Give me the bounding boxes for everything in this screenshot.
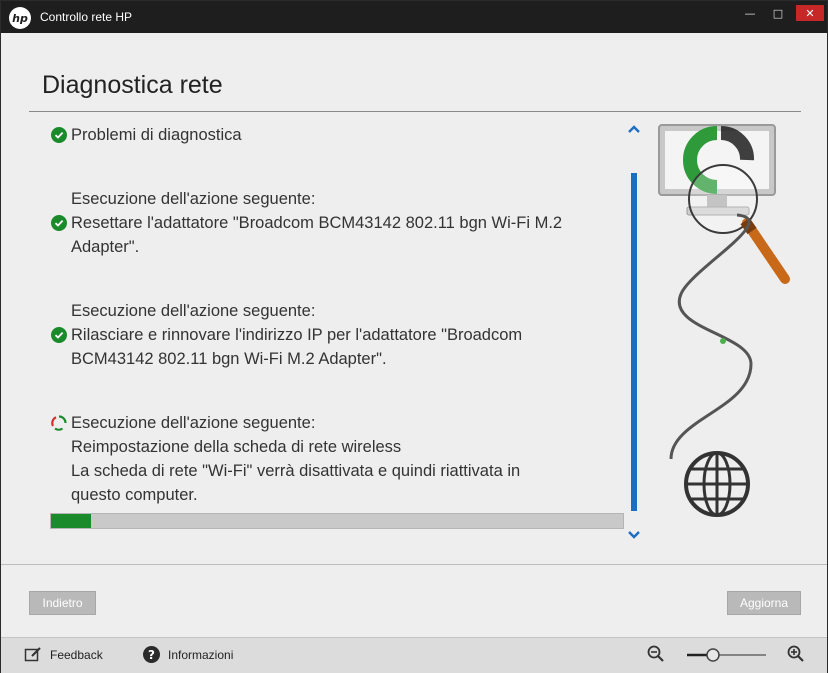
feedback-link[interactable]: Feedback — [50, 648, 103, 662]
minimize-button[interactable]: — — [739, 5, 761, 21]
app-title: Controllo rete HP — [40, 10, 133, 24]
spinner-icon — [51, 415, 67, 431]
step-2-heading: Esecuzione dell'azione seguente: — [71, 190, 316, 208]
check-circle-icon — [51, 127, 67, 143]
close-button[interactable]: ✕ — [796, 5, 824, 21]
step-1: Problemi di diagnostica — [71, 123, 626, 147]
step-3: Esecuzione dell'azione seguente: Rilasci… — [71, 299, 626, 371]
step-2: Esecuzione dell'azione seguente: Resetta… — [71, 187, 626, 259]
step-4-heading: Esecuzione dell'azione seguente: — [71, 414, 316, 432]
step-2-line-1: Resettare l'adattatore "Broadcom BCM4314… — [71, 214, 563, 232]
refresh-button[interactable]: Aggiorna — [727, 591, 801, 615]
step-3-line-1: Rilasciare e rinnovare l'indirizzo IP pe… — [71, 326, 523, 344]
back-button[interactable]: Indietro — [29, 591, 96, 615]
scroll-up-button[interactable] — [626, 120, 642, 133]
network-diagnostics-illustration — [658, 124, 790, 517]
info-link[interactable]: Informazioni — [168, 648, 233, 662]
status-bar: Feedback ? Informazioni — [1, 637, 827, 673]
step-4-line-2: La scheda di rete "Wi-Fi" verrà disattiv… — [71, 462, 521, 480]
progress-bar — [50, 513, 624, 529]
scrollbar-thumb[interactable] — [631, 173, 637, 511]
zoom-out-icon[interactable] — [647, 645, 665, 667]
step-4: Esecuzione dell'azione seguente: Reimpos… — [71, 411, 626, 507]
check-circle-icon — [51, 215, 67, 231]
step-2-line-2: Adapter". — [71, 238, 140, 256]
check-circle-icon — [51, 327, 67, 343]
info-icon[interactable]: ? — [143, 646, 160, 663]
zoom-in-icon[interactable] — [787, 645, 805, 667]
progress-fill — [51, 514, 92, 528]
zoom-slider[interactable] — [686, 647, 768, 663]
step-4-line-1: Reimpostazione della scheda di rete wire… — [71, 438, 402, 456]
feedback-icon[interactable] — [24, 646, 42, 666]
maximize-button[interactable]: □ — [767, 5, 789, 21]
step-1-line-1: Problemi di diagnostica — [71, 126, 242, 144]
step-3-line-2: BCM43142 802.11 bgn Wi-Fi M.2 Adapter". — [71, 350, 387, 368]
title-bar: hp Controllo rete HP — □ ✕ — [1, 1, 827, 33]
step-3-heading: Esecuzione dell'azione seguente: — [71, 302, 316, 320]
hp-logo-icon: hp — [9, 7, 31, 29]
app-window: hp Controllo rete HP — □ ✕ Diagnostica r… — [0, 0, 828, 673]
scroll-down-button[interactable] — [626, 526, 642, 539]
step-4-line-3: questo computer. — [71, 486, 198, 504]
zoom-slider-thumb[interactable] — [706, 648, 720, 662]
title-divider — [29, 111, 801, 112]
footer-divider — [1, 564, 827, 565]
page-title: Diagnostica rete — [42, 71, 223, 99]
